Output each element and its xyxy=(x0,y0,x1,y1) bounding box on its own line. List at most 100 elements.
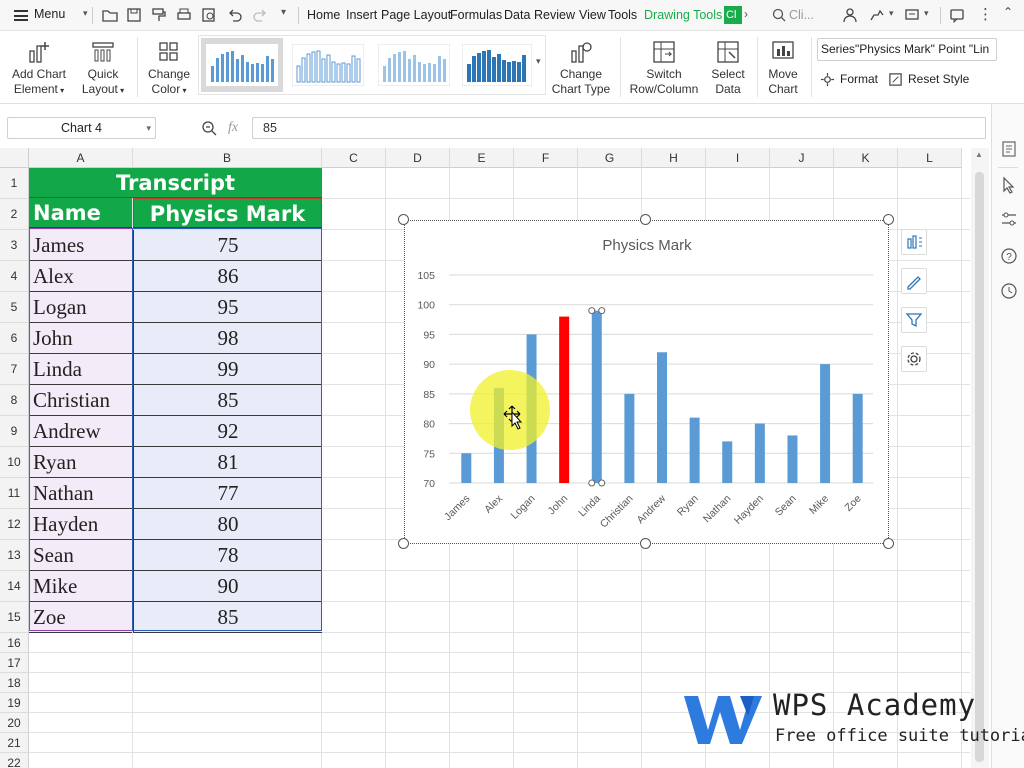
share-icon[interactable] xyxy=(869,7,885,23)
cell-name[interactable]: Sean xyxy=(29,540,132,571)
search-placeholder[interactable]: Cli... xyxy=(789,8,814,22)
point-selection-handle[interactable] xyxy=(588,479,596,487)
menu-button[interactable]: Menu ▾ xyxy=(12,6,88,26)
scroll-thumb[interactable] xyxy=(975,172,984,762)
cell-physics-mark[interactable]: 92 xyxy=(133,416,322,447)
cell-physics-mark[interactable]: 75 xyxy=(133,230,322,261)
column-header-l[interactable]: L xyxy=(898,148,962,168)
point-selection-handle[interactable] xyxy=(588,307,596,315)
row-header-12[interactable]: 12 xyxy=(0,509,29,540)
collaborate-icon[interactable] xyxy=(904,7,920,23)
format-painter-icon[interactable] xyxy=(151,7,167,23)
fx-icon[interactable]: fx xyxy=(228,120,238,136)
bar-linda[interactable] xyxy=(591,310,602,483)
column-header-h[interactable]: H xyxy=(642,148,706,168)
adjust-icon[interactable] xyxy=(1000,210,1018,228)
cell-physics-mark[interactable]: 78 xyxy=(133,540,322,571)
chevron-down-icon[interactable]: ▾ xyxy=(924,8,929,19)
bar-mike[interactable] xyxy=(820,364,831,483)
column-header-g[interactable]: G xyxy=(578,148,642,168)
tab-chart-tools[interactable]: Cl xyxy=(724,6,742,24)
chart-title[interactable]: Physics Mark xyxy=(602,237,692,254)
format-button[interactable]: Format xyxy=(820,70,884,90)
header-physics-mark[interactable]: Physics Mark xyxy=(133,198,322,228)
cell-physics-mark[interactable]: 95 xyxy=(133,292,322,323)
chart-filter-button[interactable] xyxy=(901,307,927,333)
tab-drawing-tools[interactable]: Drawing Tools xyxy=(644,8,722,22)
row-header-19[interactable]: 19 xyxy=(0,693,29,713)
help-icon[interactable]: ? xyxy=(1000,247,1018,265)
cell-name[interactable]: Andrew xyxy=(29,416,132,447)
bar-chart[interactable]: Physics Mark 70 75 80 85 90 95 100 105 James Alex… xyxy=(405,221,890,545)
chart-styles-button[interactable] xyxy=(901,268,927,294)
cell-name[interactable]: Zoe xyxy=(29,602,132,633)
name-box[interactable]: Chart 4 ▾ xyxy=(7,117,156,139)
column-header-b[interactable]: B xyxy=(133,148,322,168)
cell-name[interactable]: Alex xyxy=(29,261,132,292)
tab-review[interactable]: Review xyxy=(534,8,575,22)
quick-layout-button[interactable]: Quick Layout ▾ xyxy=(76,39,130,98)
column-header-a[interactable]: A xyxy=(29,148,133,168)
column-header-d[interactable]: D xyxy=(386,148,450,168)
tab-page-layout[interactable]: Page Layout xyxy=(381,8,451,22)
cell-name[interactable]: Hayden xyxy=(29,509,132,540)
column-header-j[interactable]: J xyxy=(770,148,834,168)
resize-handle-bl[interactable] xyxy=(398,538,409,549)
open-folder-icon[interactable] xyxy=(102,7,118,23)
cell-physics-mark[interactable]: 81 xyxy=(133,447,322,478)
cell-name[interactable]: Christian xyxy=(29,385,132,416)
print-preview-icon[interactable] xyxy=(201,7,217,23)
row-header-22[interactable]: 22 xyxy=(0,753,29,768)
row-header-11[interactable]: 11 xyxy=(0,478,29,509)
bar-hayden[interactable] xyxy=(754,423,765,483)
collapse-ribbon-icon[interactable]: ⌃ xyxy=(1003,5,1013,19)
row-header-16[interactable]: 16 xyxy=(0,633,29,653)
chart-settings-button[interactable] xyxy=(901,346,927,372)
property-icon[interactable] xyxy=(1000,140,1018,158)
tab-formulas[interactable]: Formulas xyxy=(450,8,502,22)
tab-data[interactable]: Data xyxy=(504,8,530,22)
chart-style-2[interactable] xyxy=(287,38,369,92)
history-icon[interactable] xyxy=(1000,282,1018,300)
header-name[interactable]: Name xyxy=(29,198,132,228)
row-header-7[interactable]: 7 xyxy=(0,354,29,385)
row-header-15[interactable]: 15 xyxy=(0,602,29,633)
cell-physics-mark[interactable]: 99 xyxy=(133,354,322,385)
column-header-f[interactable]: F xyxy=(514,148,578,168)
row-header-13[interactable]: 13 xyxy=(0,540,29,571)
cell-name[interactable]: Logan xyxy=(29,292,132,323)
resize-handle-br[interactable] xyxy=(883,538,894,549)
row-header-1[interactable]: 1 xyxy=(0,168,29,199)
cell-physics-mark[interactable]: 85 xyxy=(133,602,322,633)
row-header-9[interactable]: 9 xyxy=(0,416,29,447)
chart-style-1[interactable] xyxy=(201,38,283,92)
cell-physics-mark[interactable]: 86 xyxy=(133,261,322,292)
comment-icon[interactable] xyxy=(949,7,965,23)
column-header-k[interactable]: K xyxy=(834,148,898,168)
gallery-expand-icon[interactable]: ▾ xyxy=(536,56,541,67)
bar-zoe[interactable] xyxy=(852,393,863,483)
tab-home[interactable]: Home xyxy=(307,8,340,22)
vertical-scrollbar[interactable]: ▲ xyxy=(971,148,989,768)
select-all-corner[interactable] xyxy=(0,148,29,168)
more-options-icon[interactable]: ⋮ xyxy=(978,5,993,23)
tab-insert[interactable]: Insert xyxy=(346,8,377,22)
bar-nathan[interactable] xyxy=(722,441,733,483)
user-icon[interactable] xyxy=(842,7,858,23)
point-selection-handle[interactable] xyxy=(598,307,606,315)
resize-handle-tl[interactable] xyxy=(398,214,409,225)
row-header-3[interactable]: 3 xyxy=(0,230,29,261)
chart-style-3[interactable] xyxy=(373,38,455,92)
bar-john[interactable] xyxy=(559,316,570,483)
formula-input[interactable]: 85 xyxy=(252,117,986,139)
switch-row-column-button[interactable]: Switch Row/Column xyxy=(626,39,702,97)
cell-physics-mark[interactable]: 98 xyxy=(133,323,322,354)
bar-james[interactable] xyxy=(461,453,472,483)
chart-area[interactable]: Physics Mark 70 75 80 85 90 95 100 105 James Alex… xyxy=(404,220,889,544)
cell-physics-mark[interactable]: 77 xyxy=(133,478,322,509)
scroll-up-icon[interactable]: ▲ xyxy=(975,150,983,159)
change-color-button[interactable]: Change Color ▾ xyxy=(143,39,195,98)
row-header-2[interactable]: 2 xyxy=(0,199,29,230)
tab-tools[interactable]: Tools xyxy=(608,8,637,22)
table-title[interactable]: Transcript xyxy=(29,168,322,198)
